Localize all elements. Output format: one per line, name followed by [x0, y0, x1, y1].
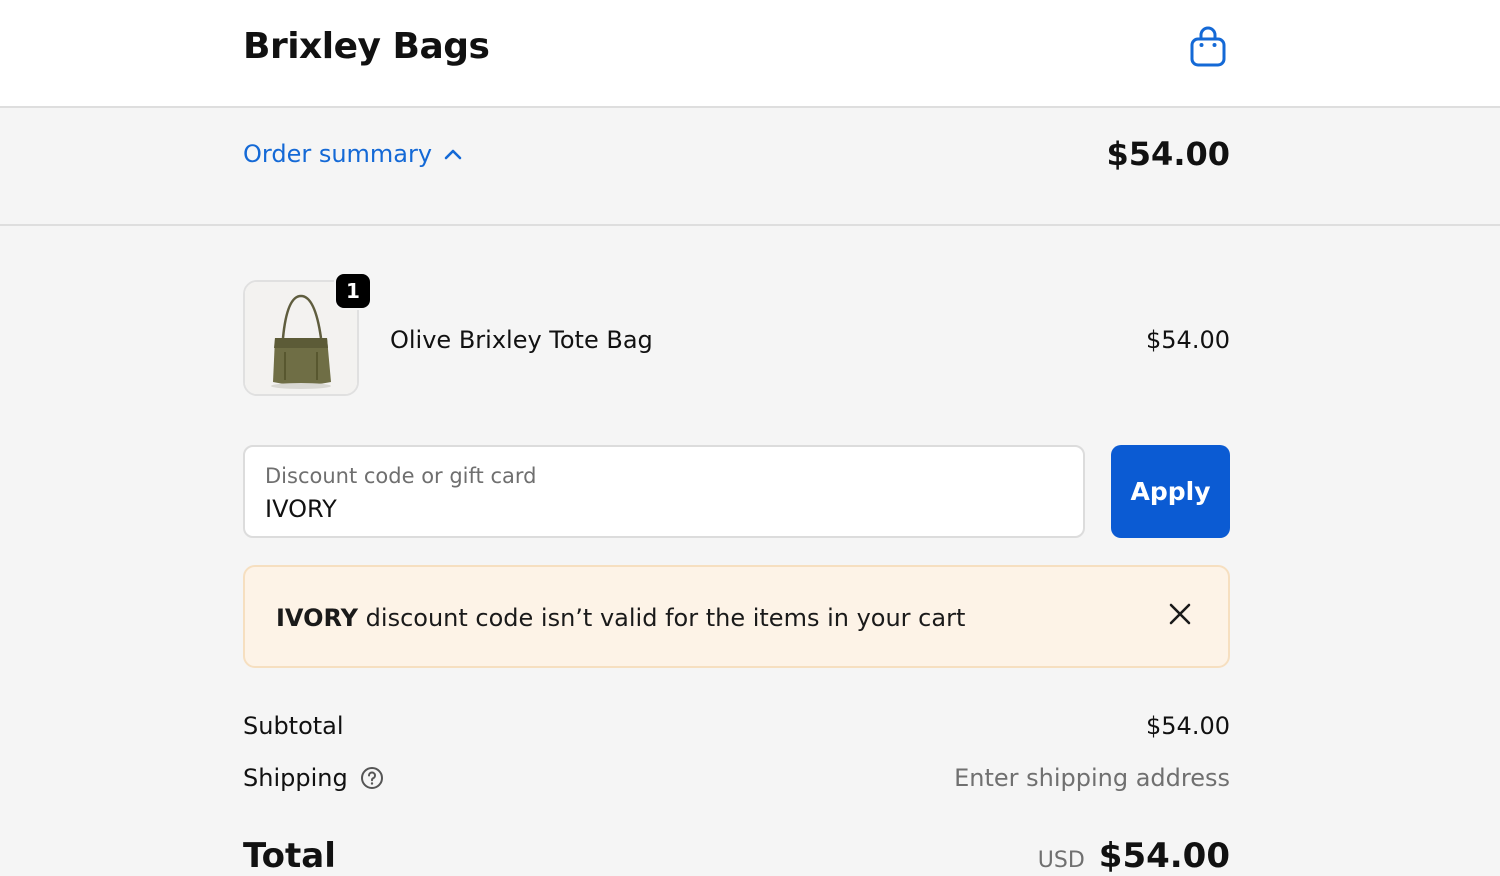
site-header: Brixley Bags — [0, 0, 1500, 108]
shipping-label: Shipping — [243, 764, 348, 792]
total-label: Total — [243, 836, 336, 876]
apply-button[interactable]: Apply — [1111, 445, 1230, 538]
chevron-up-icon — [444, 149, 462, 160]
order-summary-toggle[interactable]: Order summary — [243, 140, 462, 168]
discount-code-input[interactable]: Discount code or gift card IVORY — [243, 445, 1085, 538]
currency-code: USD — [1037, 848, 1085, 873]
discount-field-value: IVORY — [265, 495, 337, 523]
product-name: Olive Brixley Tote Bag — [390, 326, 653, 354]
shipping-row: Shipping — [243, 764, 384, 792]
line-item: 1 Olive Brixley Tote Bag $54.00 — [243, 272, 1230, 400]
quantity-badge: 1 — [334, 272, 372, 310]
shopping-bag-icon[interactable] — [1188, 25, 1228, 69]
product-price: $54.00 — [1146, 326, 1230, 354]
alert-text: discount code isn’t valid for the items … — [358, 604, 966, 632]
total-value: USD $54.00 — [1038, 836, 1230, 876]
discount-error-alert: IVORY discount code isn’t valid for the … — [243, 565, 1230, 668]
order-summary-total: $54.00 — [1106, 135, 1230, 173]
alert-message: IVORY discount code isn’t valid for the … — [276, 604, 965, 632]
total-amount: $54.00 — [1098, 836, 1230, 876]
subtotal-value: $54.00 — [1146, 712, 1230, 740]
order-summary-label: Order summary — [243, 140, 433, 168]
help-icon[interactable] — [360, 766, 384, 790]
shipping-value: Enter shipping address — [954, 764, 1230, 792]
close-icon[interactable] — [1168, 602, 1192, 626]
subtotal-label: Subtotal — [243, 712, 344, 740]
discount-field-label: Discount code or gift card — [265, 464, 537, 488]
brand-logo[interactable]: Brixley Bags — [243, 26, 490, 67]
alert-code: IVORY — [276, 604, 359, 632]
order-summary-bar — [0, 108, 1500, 226]
